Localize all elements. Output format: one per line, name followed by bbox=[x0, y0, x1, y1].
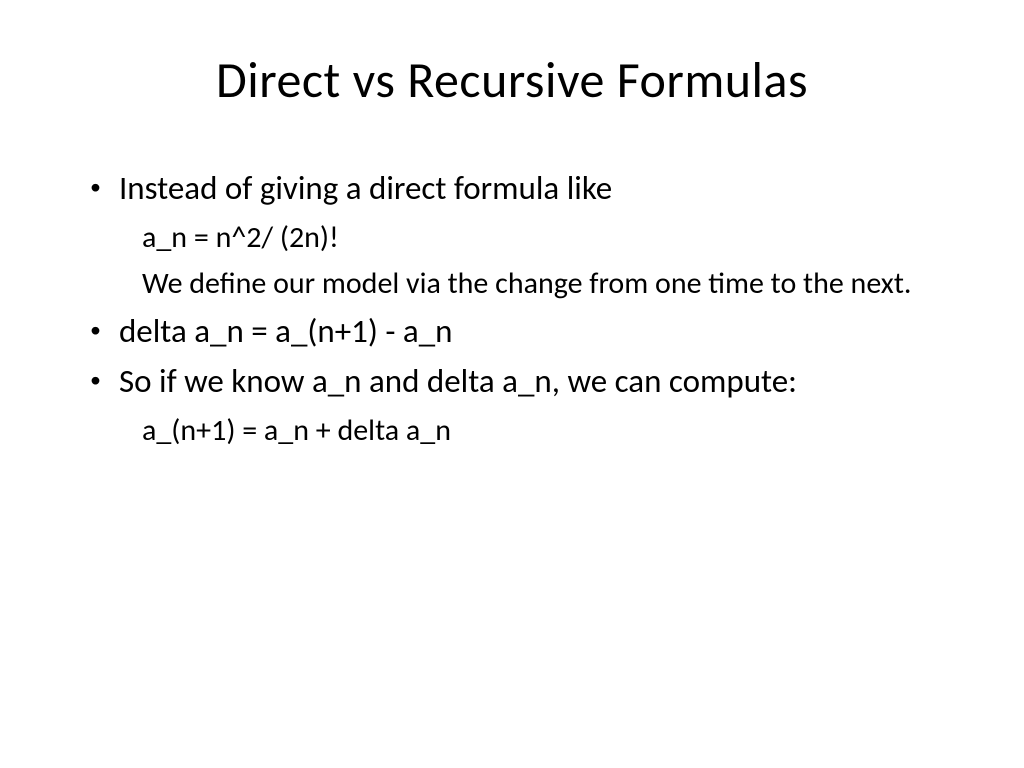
slide-content: • Instead of giving a direct formula lik… bbox=[70, 166, 954, 452]
bullet-marker: • bbox=[90, 166, 101, 208]
bullet-marker: • bbox=[90, 359, 101, 401]
bullet-item: • Instead of giving a direct formula lik… bbox=[90, 166, 954, 211]
bullet-text: So if we know a_n and delta a_n, we can … bbox=[119, 359, 954, 404]
sub-item: a_n = n^2/ (2n)! bbox=[142, 217, 954, 259]
bullet-item: • delta a_n = a_(n+1) - a_n bbox=[90, 309, 954, 354]
bullet-text: delta a_n = a_(n+1) - a_n bbox=[119, 309, 954, 354]
bullet-text: Instead of giving a direct formula like bbox=[119, 166, 954, 211]
sub-item: a_(n+1) = a_n + delta a_n bbox=[142, 410, 954, 452]
bullet-item: • So if we know a_n and delta a_n, we ca… bbox=[90, 359, 954, 404]
sub-item: We define our model via the change from … bbox=[142, 263, 954, 305]
slide-title: Direct vs Recursive Formulas bbox=[70, 50, 954, 111]
bullet-marker: • bbox=[90, 309, 101, 351]
